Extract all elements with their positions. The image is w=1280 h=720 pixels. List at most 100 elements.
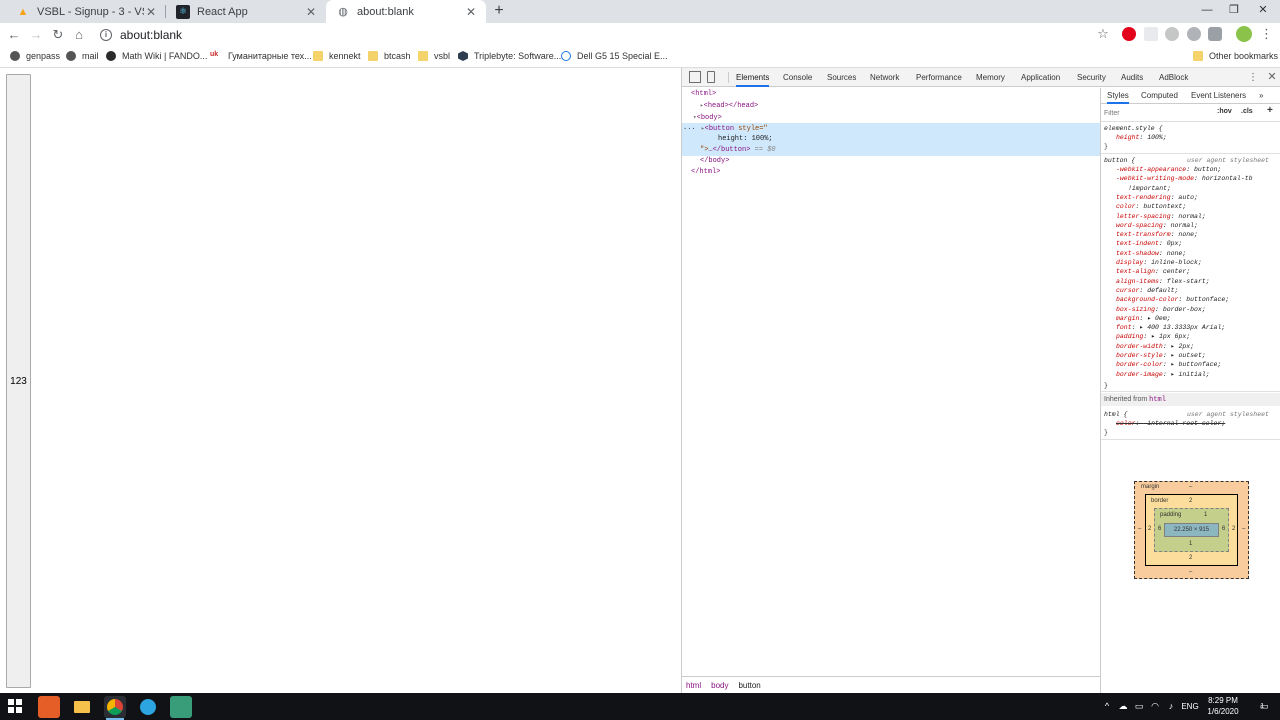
devtools-tab-elements[interactable]: Elements: [736, 68, 770, 87]
bookmark-genpass[interactable]: genpass: [10, 48, 60, 64]
bookmark-mail[interactable]: mail: [66, 48, 99, 64]
style-property[interactable]: !important;: [1128, 184, 1171, 193]
onedrive-icon[interactable]: ☁: [1116, 693, 1130, 720]
home-button[interactable]: ⌂: [69, 25, 89, 45]
tab-about-blank[interactable]: ◍ about:blank ✕: [326, 0, 486, 23]
style-property[interactable]: letter-spacing: normal;: [1116, 212, 1206, 221]
style-property[interactable]: box-sizing: border-box;: [1116, 305, 1206, 314]
language-indicator[interactable]: ENG: [1180, 693, 1200, 720]
hover-state-toggle[interactable]: :hov: [1217, 108, 1232, 115]
devtools-tab-security[interactable]: Security: [1077, 68, 1106, 87]
wifi-icon[interactable]: ◠: [1148, 693, 1162, 720]
style-property[interactable]: -webkit-appearance: button;: [1116, 165, 1221, 174]
bookmark-dell[interactable]: Dell G5 15 Special E...: [561, 48, 668, 64]
back-button[interactable]: ←: [4, 25, 24, 45]
tree-node-body[interactable]: ▾<body>: [693, 112, 722, 123]
tray-chevron-icon[interactable]: ^: [1100, 693, 1114, 720]
style-property[interactable]: padding: ▸ 1px 6px;: [1116, 332, 1190, 341]
node-ellipsis[interactable]: ...: [683, 123, 696, 134]
style-property[interactable]: word-spacing: normal;: [1116, 221, 1198, 230]
browser-menu-icon[interactable]: ⋮: [1260, 25, 1273, 43]
sublime-text-icon[interactable]: [38, 696, 60, 718]
tree-node-html[interactable]: <html>: [691, 89, 716, 100]
reload-button[interactable]: ↻: [48, 25, 68, 45]
extension-icon[interactable]: [1187, 27, 1201, 41]
profile-avatar[interactable]: [1236, 26, 1252, 42]
bookmark-btcash[interactable]: btcash: [368, 48, 411, 64]
breadcrumb-body[interactable]: body: [711, 681, 728, 690]
minimize-icon[interactable]: —: [1193, 0, 1221, 20]
devtools-menu-icon[interactable]: ⋮: [1248, 68, 1258, 87]
style-property[interactable]: align-items: flex-start;: [1116, 277, 1210, 286]
bookmark-math-wiki[interactable]: Math Wiki | FANDO...: [106, 48, 207, 64]
more-tabs-icon[interactable]: »: [1259, 88, 1263, 104]
taskbar-clock[interactable]: 8:29 PM 1/6/2020: [1200, 695, 1246, 717]
style-property-overridden[interactable]: color: -internal-root-color;: [1116, 419, 1225, 428]
opera-extension-icon[interactable]: [1122, 27, 1136, 41]
breadcrumb-html[interactable]: html: [686, 681, 701, 690]
tab-react-app[interactable]: ⚛ React App ✕: [166, 0, 326, 23]
style-property[interactable]: text-transform: none;: [1116, 230, 1198, 239]
tab-styles[interactable]: Styles: [1107, 88, 1129, 104]
style-property[interactable]: border-style: ▸ outset;: [1116, 351, 1206, 360]
gear-icon[interactable]: [1208, 27, 1222, 41]
battery-icon[interactable]: ▭: [1132, 693, 1146, 720]
close-icon[interactable]: ✕: [304, 5, 318, 19]
styles-filter-input[interactable]: [1104, 107, 1209, 120]
restore-icon[interactable]: ❐: [1220, 0, 1248, 20]
style-property[interactable]: text-rendering: auto;: [1116, 193, 1198, 202]
style-property[interactable]: height: 100%;: [1116, 133, 1167, 142]
volume-icon[interactable]: ♪: [1164, 693, 1178, 720]
telegram-icon[interactable]: [137, 696, 159, 718]
style-property[interactable]: margin: ▸ 0em;: [1116, 314, 1171, 323]
breadcrumb-button[interactable]: button: [738, 681, 760, 690]
inspect-element-icon[interactable]: [689, 71, 701, 83]
style-property[interactable]: cursor: default;: [1116, 286, 1178, 295]
style-property[interactable]: text-align: center;: [1116, 267, 1190, 276]
style-property[interactable]: border-width: ▸ 2px;: [1116, 342, 1194, 351]
devtools-tab-application[interactable]: Application: [1021, 68, 1060, 87]
bookmark-star-icon[interactable]: ☆: [1094, 25, 1112, 43]
device-toolbar-icon[interactable]: [707, 71, 715, 83]
devtools-tab-network[interactable]: Network: [870, 68, 899, 87]
tree-node-head[interactable]: ▸<head></head>: [700, 100, 758, 111]
class-toggle[interactable]: .cls: [1241, 108, 1253, 115]
devtools-tab-console[interactable]: Console: [783, 68, 812, 87]
devtools-tab-adblock[interactable]: AdBlock: [1159, 68, 1188, 87]
devtools-tab-memory[interactable]: Memory: [976, 68, 1005, 87]
new-tab-button[interactable]: +: [490, 2, 508, 20]
extension-icon[interactable]: [1144, 27, 1158, 41]
terminal-app-icon[interactable]: [170, 696, 192, 718]
devtools-tab-performance[interactable]: Performance: [916, 68, 962, 87]
style-property[interactable]: display: inline-block;: [1116, 258, 1202, 267]
style-property[interactable]: border-color: ▸ buttonface;: [1116, 360, 1221, 369]
bookmark-vsbl[interactable]: vsbl: [418, 48, 450, 64]
page-button[interactable]: 123: [6, 74, 31, 688]
style-property[interactable]: background-color: buttonface;: [1116, 295, 1229, 304]
bookmark-gumanitarnye[interactable]: uk Гуманитарные тех...: [210, 48, 312, 64]
close-icon[interactable]: ✕: [144, 5, 158, 19]
tab-zeplin[interactable]: ▲ VSBL - Signup - 3 - VSBL - Zeplin ✕: [6, 0, 166, 23]
tab-event-listeners[interactable]: Event Listeners: [1191, 88, 1246, 104]
bookmark-triplebyte[interactable]: Triplebyte: Software...: [458, 48, 561, 64]
new-rule-button[interactable]: +: [1267, 105, 1273, 116]
devtools-close-icon[interactable]: ✕: [1266, 68, 1278, 87]
window-close-icon[interactable]: ✕: [1249, 0, 1277, 20]
style-property[interactable]: text-shadow: none;: [1116, 249, 1186, 258]
windows-start-icon[interactable]: [8, 699, 22, 713]
inherited-tag[interactable]: html: [1149, 396, 1166, 404]
chrome-icon[interactable]: [104, 696, 126, 720]
info-icon[interactable]: i: [100, 28, 112, 41]
close-icon[interactable]: ✕: [464, 5, 478, 19]
forward-button[interactable]: →: [26, 25, 46, 45]
box-model-content[interactable]: 22.250 × 915: [1164, 523, 1219, 537]
bookmark-kennekt[interactable]: kennekt: [313, 48, 361, 64]
style-property[interactable]: text-indent: 0px;: [1116, 239, 1182, 248]
style-property[interactable]: border-image: ▸ initial;: [1116, 370, 1210, 379]
notification-icon[interactable]: ▭1: [1252, 693, 1272, 720]
tree-node-button[interactable]: ▸<button style=": [701, 123, 768, 134]
style-property[interactable]: color: buttontext;: [1116, 202, 1186, 211]
address-bar[interactable]: i about:blank: [92, 24, 1116, 45]
extension-icon[interactable]: [1165, 27, 1179, 41]
bookmark-other[interactable]: Other bookmarks: [1193, 48, 1278, 64]
